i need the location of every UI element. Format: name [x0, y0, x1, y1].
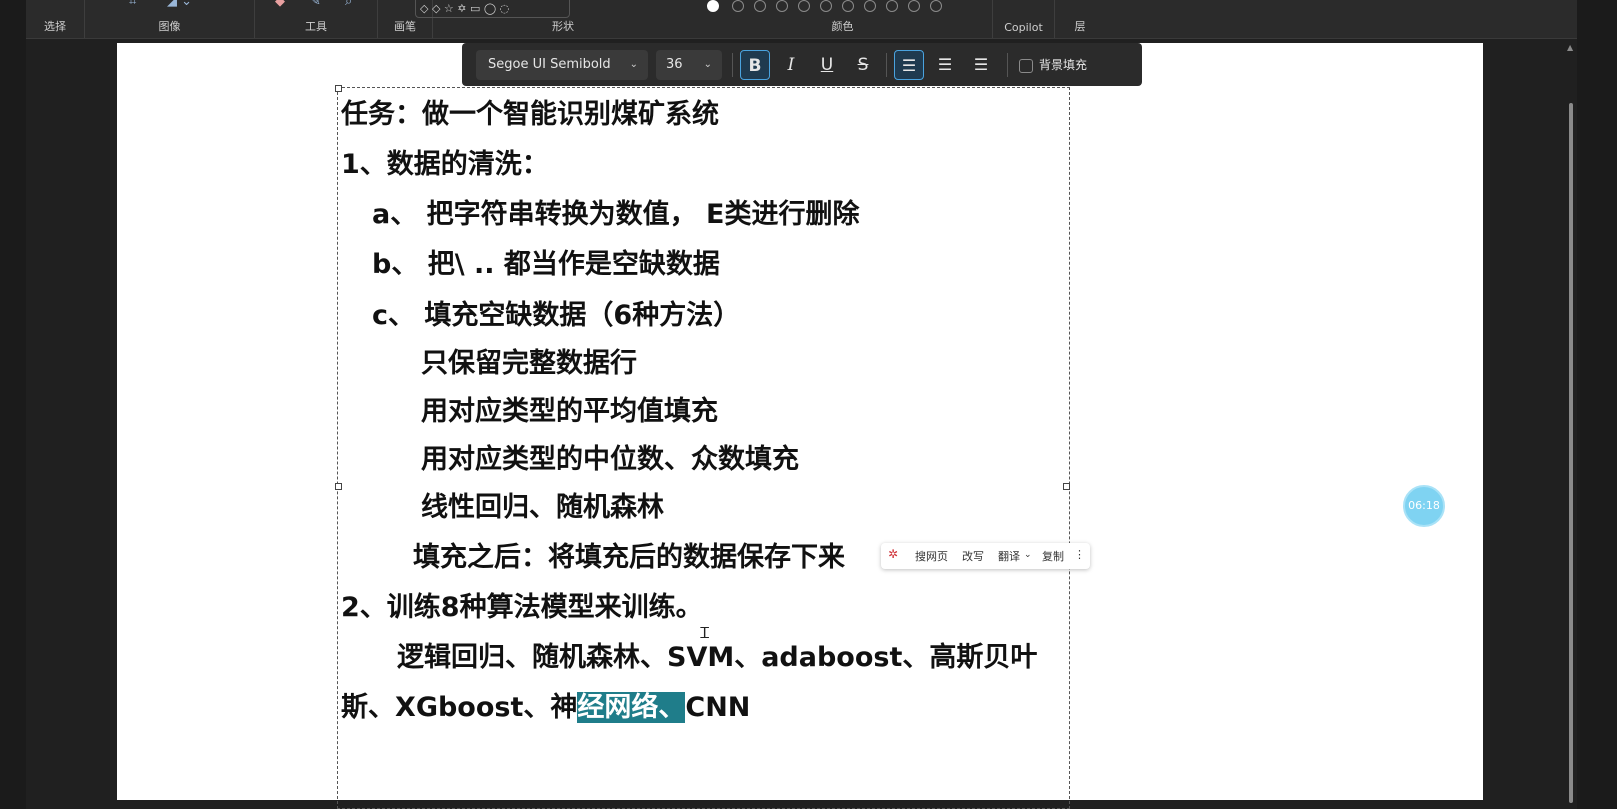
text-line[interactable]: 用对应类型的中位数、众数填充 [421, 442, 799, 478]
background-fill-checkbox[interactable] [1019, 58, 1033, 73]
ribbon-group-label: Copilot [1004, 21, 1043, 34]
vertical-scrollbar[interactable]: ▲ [1567, 43, 1575, 809]
background-fill-label: 背景填充 [1039, 58, 1088, 72]
font-family-dropdown[interactable]: Segoe UI Semibold ⌄ [476, 50, 648, 80]
ribbon-group-image[interactable]: ⌗ ◢ ⌄ 图像 [85, 0, 255, 38]
ribbon-group-label: 工具 [305, 20, 327, 33]
divider [1007, 53, 1008, 77]
color-swatch[interactable] [908, 0, 920, 12]
text-line[interactable]: 逻辑回归、随机森林、SVM、adaboost、高斯贝叶 [397, 640, 1037, 676]
text-line[interactable]: c、 填充空缺数据（6种方法） [372, 298, 740, 334]
selection-mini-toolbar: ✲ 搜网页 改写 翻译 ⌄ 复制 ⋮ [881, 543, 1090, 569]
rewrite-button[interactable]: 改写 [962, 548, 984, 564]
translate-button[interactable]: 翻译 [998, 548, 1020, 564]
selected-text[interactable]: 经网络、 [577, 692, 686, 723]
chevron-down-icon[interactable]: ⌄ [1024, 550, 1032, 560]
zoom-icon[interactable]: ⌕ [345, 0, 352, 9]
color-swatch-white[interactable] [707, 0, 719, 12]
text-line[interactable]: 斯、XGboost、神经网络、CNN [341, 690, 750, 726]
shapes-gallery[interactable]: ◇ ◇ ☆ ✡ ▭ ◯ ◌ [415, 0, 570, 18]
underline-button[interactable]: U [812, 50, 842, 80]
color-swatch[interactable] [930, 0, 942, 12]
chevron-down-icon: ⌄ [703, 59, 712, 70]
color-swatch[interactable] [798, 0, 810, 12]
ribbon-group-label: 选择 [44, 20, 66, 33]
text-line[interactable]: 用对应类型的平均值填充 [421, 394, 718, 430]
text-line[interactable]: 任务：做一个智能识别煤矿系统 [341, 97, 719, 133]
ribbon-group-label: 形状 [552, 20, 574, 33]
align-left-button[interactable]: ☰ [894, 50, 924, 80]
rotate-icon[interactable]: ◢ ⌄ [167, 0, 192, 9]
ribbon-group-colors[interactable]: 颜色 [693, 0, 993, 38]
ribbon-group-copilot[interactable]: Copilot [993, 0, 1055, 38]
divider [732, 53, 733, 77]
font-family-value: Segoe UI Semibold [488, 57, 611, 72]
ribbon-group-select[interactable]: 选择 [26, 0, 85, 38]
chevron-down-icon: ⌄ [629, 59, 638, 70]
divider [886, 53, 887, 77]
resize-handle[interactable] [1063, 483, 1070, 490]
ribbon-group-tools[interactable]: ◆ ✎ ⌕ 工具 [255, 0, 378, 38]
ribbon-toolbar: 选择 ⌗ ◢ ⌄ 图像 ◆ ✎ ⌕ 工具 画笔 形状 ◇ ◇ ☆ ✡ ▭ ◯ ◌… [26, 0, 1577, 39]
left-margin [0, 0, 26, 809]
text-run: 斯、XGboost、神 [341, 692, 578, 723]
floating-timer[interactable]: 06:18 [1403, 485, 1445, 527]
font-size-value: 36 [666, 57, 683, 72]
color-swatch[interactable] [820, 0, 832, 12]
text-run: CNN [685, 692, 751, 723]
font-size-dropdown[interactable]: 36 ⌄ [656, 50, 722, 80]
text-line[interactable]: 只保留完整数据行 [421, 346, 637, 382]
pencil-icon[interactable]: ✎ [310, 0, 321, 9]
italic-button[interactable]: I [776, 50, 806, 80]
text-line[interactable]: 填充之后：将填充后的数据保存下来 [413, 540, 845, 576]
text-line[interactable]: 1、数据的清洗： [341, 147, 549, 183]
search-web-button[interactable]: 搜网页 [915, 548, 948, 564]
color-swatch[interactable] [754, 0, 766, 12]
more-options-icon[interactable]: ⋮ [1074, 548, 1085, 561]
ribbon-group-label: 画笔 [394, 20, 416, 33]
background-fill-toggle[interactable]: 背景填充 [1019, 50, 1087, 80]
align-center-button[interactable]: ☰ [930, 50, 960, 80]
right-margin [1577, 0, 1617, 809]
copy-button[interactable]: 复制 [1042, 548, 1064, 564]
text-line[interactable]: 线性回归、随机森林 [421, 490, 664, 526]
color-swatch[interactable] [732, 0, 744, 12]
bold-button[interactable]: B [740, 50, 770, 80]
ai-assistant-icon[interactable]: ✲ [888, 547, 898, 561]
scroll-thumb[interactable] [1569, 103, 1573, 803]
ribbon-group-layers[interactable]: 层 [1055, 0, 1105, 38]
ribbon-group-label: 颜色 [831, 20, 854, 33]
color-swatch[interactable] [776, 0, 788, 12]
scroll-up-icon[interactable]: ▲ [1567, 43, 1573, 52]
align-center-icon: ☰ [937, 55, 953, 74]
ribbon-group-label: 层 [1074, 20, 1086, 33]
text-cursor-icon: Ꮖ [700, 624, 710, 642]
resize-handle[interactable] [335, 85, 342, 92]
text-line[interactable]: a、 把字符串转换为数值， E类进行删除 [372, 197, 859, 233]
shapes-gallery-icons: ◇ ◇ ☆ ✡ ▭ ◯ ◌ [420, 2, 510, 15]
text-format-toolbar: Segoe UI Semibold ⌄ 36 ⌄ B I U S ☰ ☰ ☰ 背… [462, 43, 1142, 86]
eraser-icon[interactable]: ◆ [275, 0, 285, 9]
align-right-icon: ☰ [973, 55, 989, 74]
align-right-button[interactable]: ☰ [966, 50, 996, 80]
align-left-icon: ☰ [901, 56, 917, 75]
color-swatch[interactable] [886, 0, 898, 12]
strikethrough-button[interactable]: S [848, 50, 878, 80]
text-line[interactable]: b、 把\ .. 都当作是空缺数据 [372, 247, 720, 283]
ribbon-group-label: 图像 [158, 20, 181, 33]
color-swatch[interactable] [864, 0, 876, 12]
crop-icon[interactable]: ⌗ [129, 0, 136, 9]
text-line[interactable]: 2、训练8种算法模型来训练。 [341, 590, 703, 626]
color-swatch[interactable] [842, 0, 854, 12]
resize-handle[interactable] [335, 483, 342, 490]
